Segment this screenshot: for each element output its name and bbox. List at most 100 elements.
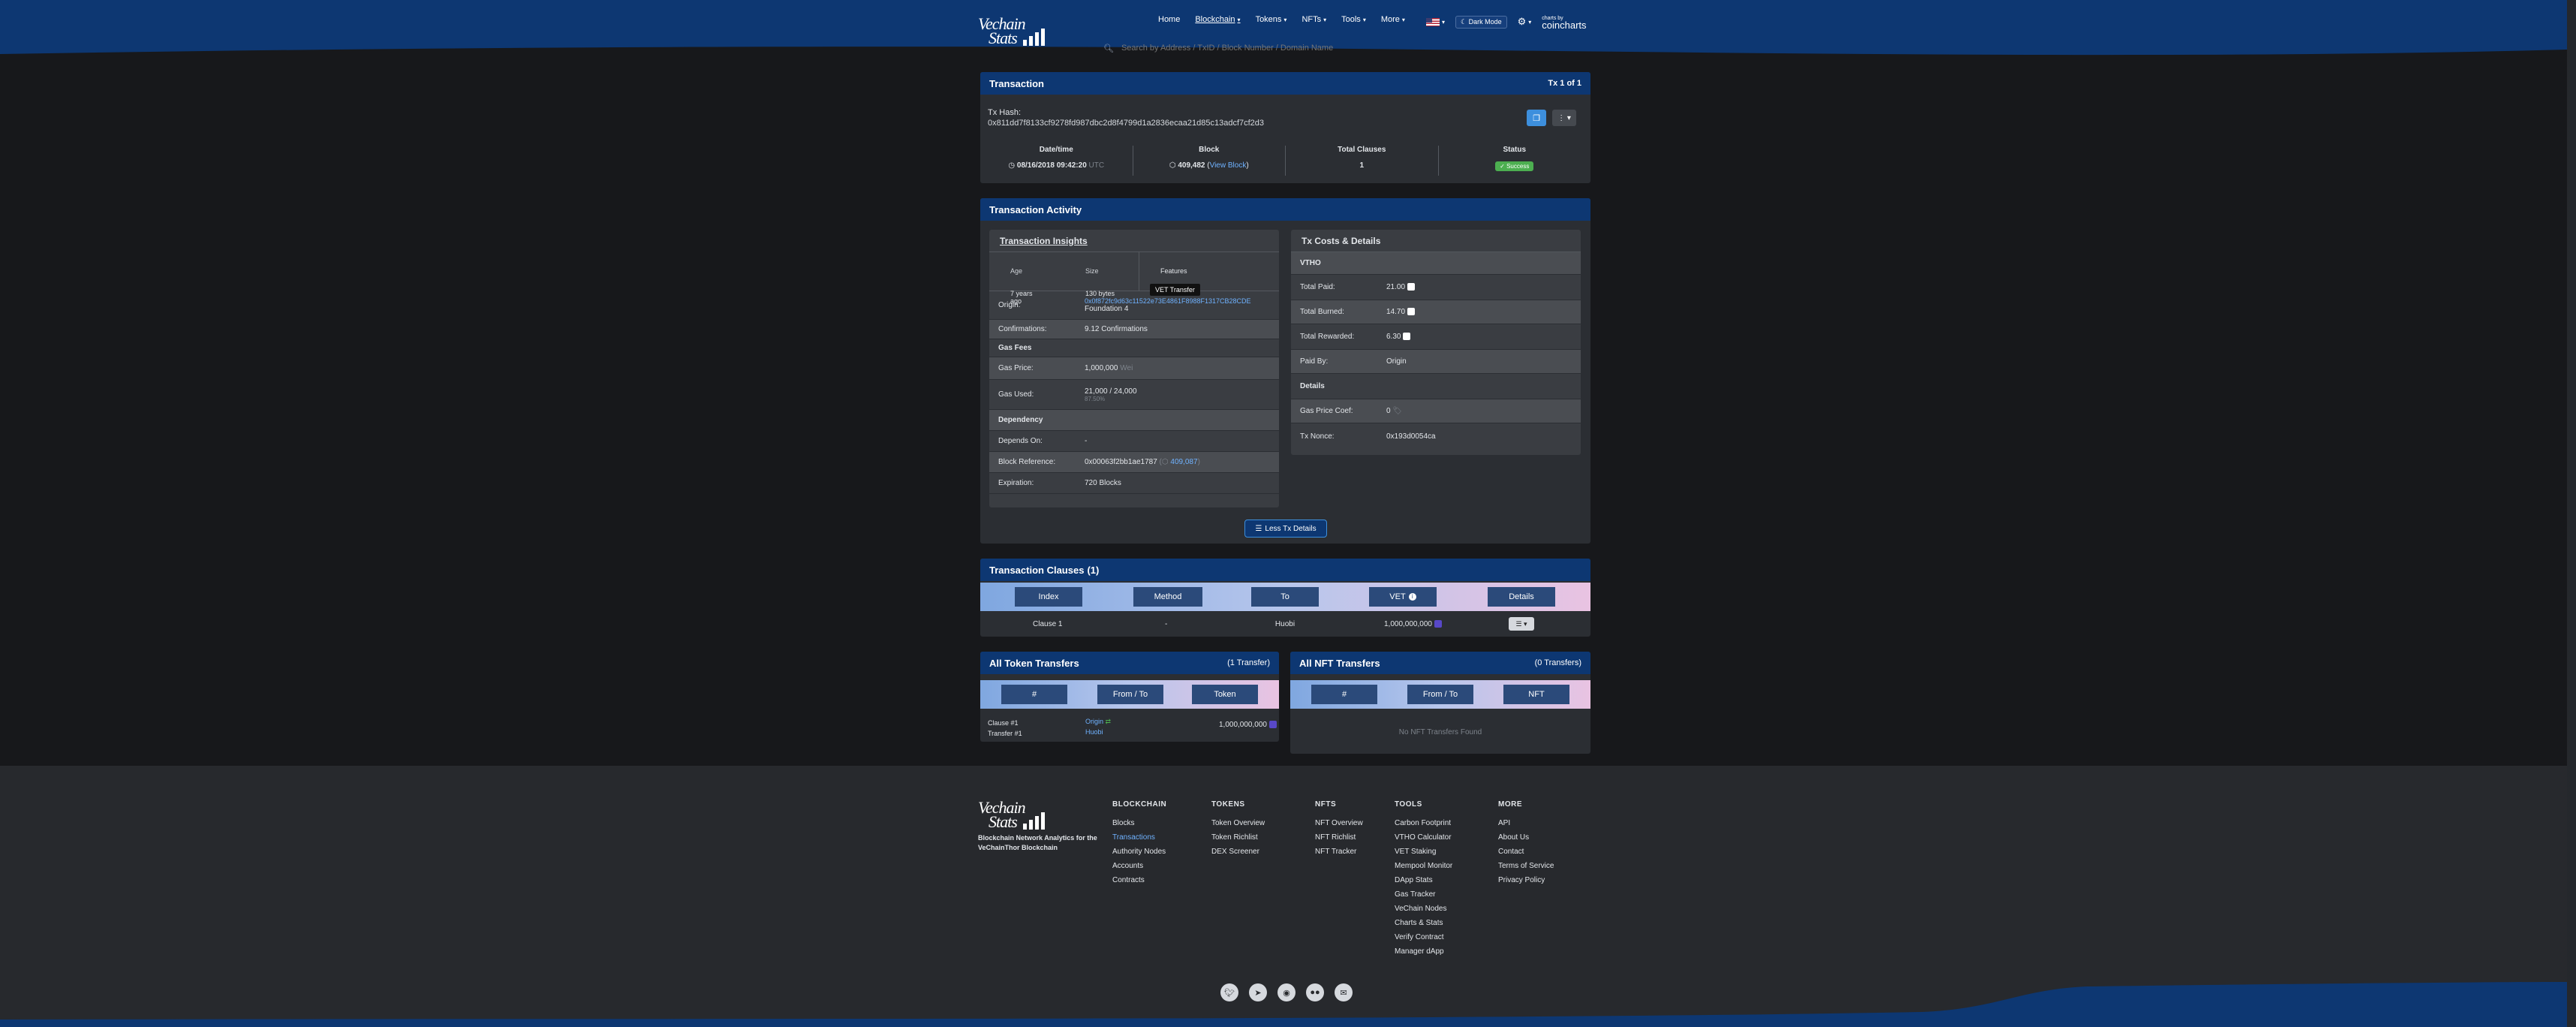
footer-link[interactable]: Token Overview: [1211, 816, 1265, 830]
page-scrollbar[interactable]: [2567, 0, 2576, 1027]
details-section: Details: [1291, 374, 1581, 399]
footer-link[interactable]: Charts & Stats: [1395, 916, 1452, 930]
panel-title: Transaction: [989, 77, 1044, 89]
footer-link[interactable]: VTHO Calculator: [1395, 830, 1452, 845]
vtho-section: VTHO: [1291, 252, 1581, 275]
summary-datetime: Date/time ◷ 08/16/2018 09:42:20 UTC: [980, 146, 1133, 176]
col-method[interactable]: Method: [1133, 587, 1202, 607]
col-number[interactable]: #: [1001, 685, 1067, 704]
footer-link[interactable]: Privacy Policy: [1498, 873, 1554, 887]
nav-blockchain[interactable]: Blockchain ▾: [1195, 15, 1240, 24]
discord-icon[interactable]: ◉: [1277, 983, 1296, 1001]
info-icon[interactable]: i: [1408, 593, 1416, 601]
col-vet[interactable]: VET i: [1369, 587, 1437, 607]
empty-message: No NFT Transfers Found: [1398, 728, 1482, 736]
flickr-icon[interactable]: ●●: [1306, 983, 1324, 1001]
site-footer: Vechain Stats Blockchain Network Analytic…: [0, 766, 2567, 1027]
search-input[interactable]: [1121, 44, 1497, 53]
nav-more[interactable]: More ▾: [1381, 15, 1405, 24]
footer-link[interactable]: DApp Stats: [1395, 873, 1452, 887]
tx-hash-value: 0x811dd7f8133cf9278fd987dbc2d8f4799d1a28…: [988, 119, 1265, 128]
summary-status: Status ✓ Success: [1439, 146, 1591, 176]
chevron-down-icon: ▾: [1323, 16, 1327, 23]
chevron-down-icon: ▾: [1442, 18, 1446, 26]
footer-link[interactable]: Carbon Footprint: [1395, 816, 1452, 830]
col-details[interactable]: Details: [1488, 587, 1555, 607]
nav-tokens[interactable]: Tokens ▾: [1256, 15, 1287, 24]
search-bar[interactable]: 🔍︎: [1103, 39, 1561, 57]
clauses-table-header: Index Method To VET i Details: [980, 583, 1590, 611]
tx-options-button[interactable]: ⋮ ▾: [1552, 110, 1576, 126]
gas-used-row: Gas Used: 21,000 / 24,000 87.50%: [989, 380, 1279, 410]
dark-mode-toggle[interactable]: ☾ Dark Mode: [1455, 15, 1507, 29]
footer-link[interactable]: Token Richlist: [1211, 830, 1265, 845]
nav-label: Tokens: [1255, 15, 1282, 24]
depends-on-row: Depends On: -: [989, 431, 1279, 452]
footer-link[interactable]: About Us: [1498, 830, 1554, 845]
transaction-header: Transaction Tx 1 of 1: [980, 72, 1590, 95]
footer-link[interactable]: NFT Richlist: [1315, 830, 1363, 845]
footer-link[interactable]: Manager dApp: [1395, 944, 1452, 959]
copy-button[interactable]: ❐: [1527, 110, 1546, 126]
col-from-to[interactable]: From / To: [1407, 685, 1473, 704]
col-to[interactable]: To: [1251, 587, 1319, 607]
token-transfers-panel: All Token Transfers (1 Transfer) # From /…: [980, 652, 1279, 742]
main-nav: Home Blockchain ▾ Tokens ▾ NFTs ▾ Tools ▾ More ▾: [1158, 15, 1420, 24]
col-index[interactable]: Index: [1015, 587, 1082, 607]
footer-link[interactable]: Blocks: [1112, 816, 1166, 830]
telegram-icon[interactable]: ➤: [1249, 983, 1267, 1001]
vet-token-icon: [1268, 721, 1277, 729]
nav-tools[interactable]: Tools ▾: [1341, 15, 1366, 24]
language-selector[interactable]: ▾: [1426, 17, 1446, 26]
coincharts-link[interactable]: charts by coincharts: [1542, 15, 1586, 30]
social-links: 🐦︎ ➤ ◉ ●● ✉: [1220, 983, 1353, 1001]
footer-link[interactable]: Terms of Service: [1498, 859, 1554, 873]
tx-counter: Tx 1 of 1: [1548, 79, 1581, 88]
email-icon[interactable]: ✉: [1335, 983, 1353, 1001]
footer-link[interactable]: Transactions: [1112, 830, 1166, 845]
vet-token-icon: [1434, 620, 1442, 628]
footer-link[interactable]: NFT Overview: [1315, 816, 1363, 830]
footer-link[interactable]: VeChain Nodes: [1395, 902, 1452, 916]
footer-link[interactable]: DEX Screener: [1211, 845, 1265, 859]
col-number[interactable]: #: [1311, 685, 1377, 704]
list-icon: ☰ ▾: [1515, 619, 1527, 628]
col-nft[interactable]: NFT: [1503, 685, 1569, 704]
footer-link[interactable]: Mempool Monitor: [1395, 859, 1452, 873]
copy-icon: ❐: [1533, 113, 1540, 123]
col-token[interactable]: Token: [1192, 685, 1258, 704]
footer-link[interactable]: Contracts: [1112, 873, 1166, 887]
activity-header: Transaction Activity: [980, 198, 1590, 221]
footer-link[interactable]: NFT Tracker: [1315, 845, 1363, 859]
summary-block: Block ⬡ 409,482 (View Block): [1133, 146, 1286, 176]
costs-card: Tx Costs & Details VTHO Total Paid: 21.00…: [1291, 230, 1581, 455]
block-ref-link[interactable]: 409,087: [1170, 458, 1197, 466]
footer-link[interactable]: VET Staking: [1395, 845, 1452, 859]
col-from-to[interactable]: From / To: [1097, 685, 1163, 704]
nft-transfers-header: All NFT Transfers (0 Transfers): [1290, 652, 1590, 674]
nav-nfts[interactable]: NFTs ▾: [1302, 15, 1326, 24]
token-transfers-header: All Token Transfers (1 Transfer): [980, 652, 1279, 674]
nav-label: Home: [1158, 15, 1181, 24]
settings-menu[interactable]: ⚙ ▾: [1518, 16, 1532, 28]
footer-link[interactable]: API: [1498, 816, 1554, 830]
gas-fees-section: Gas Fees: [989, 339, 1279, 357]
footer-link[interactable]: Gas Tracker: [1395, 887, 1452, 902]
footer-link[interactable]: Accounts: [1112, 859, 1166, 873]
costs-title: Tx Costs & Details: [1291, 230, 1581, 252]
clause-details-button[interactable]: ☰ ▾: [1509, 617, 1534, 631]
twitter-icon[interactable]: 🐦︎: [1220, 983, 1238, 1001]
footer-heading: TOKENS: [1211, 800, 1245, 809]
footer-link[interactable]: Contact: [1498, 845, 1554, 859]
nav-home[interactable]: Home: [1158, 15, 1180, 24]
nav-label: More: [1380, 15, 1400, 24]
footer-link[interactable]: Authority Nodes: [1112, 845, 1166, 859]
less-details-button[interactable]: ☰ Less Tx Details: [1244, 520, 1327, 538]
footer-heading: BLOCKCHAIN: [1112, 800, 1167, 809]
footer-heading: NFTS: [1315, 800, 1337, 809]
view-block-link[interactable]: View Block: [1210, 161, 1247, 170]
footer-link[interactable]: Verify Contract: [1395, 930, 1452, 944]
origin-address-link[interactable]: 0x0f872fc9d63c11522e73E4861F8988F1317CB2…: [1085, 297, 1251, 305]
expiration-row: Expiration: 720 Blocks: [989, 473, 1279, 494]
summary-clauses: Total Clauses 1: [1286, 146, 1439, 176]
